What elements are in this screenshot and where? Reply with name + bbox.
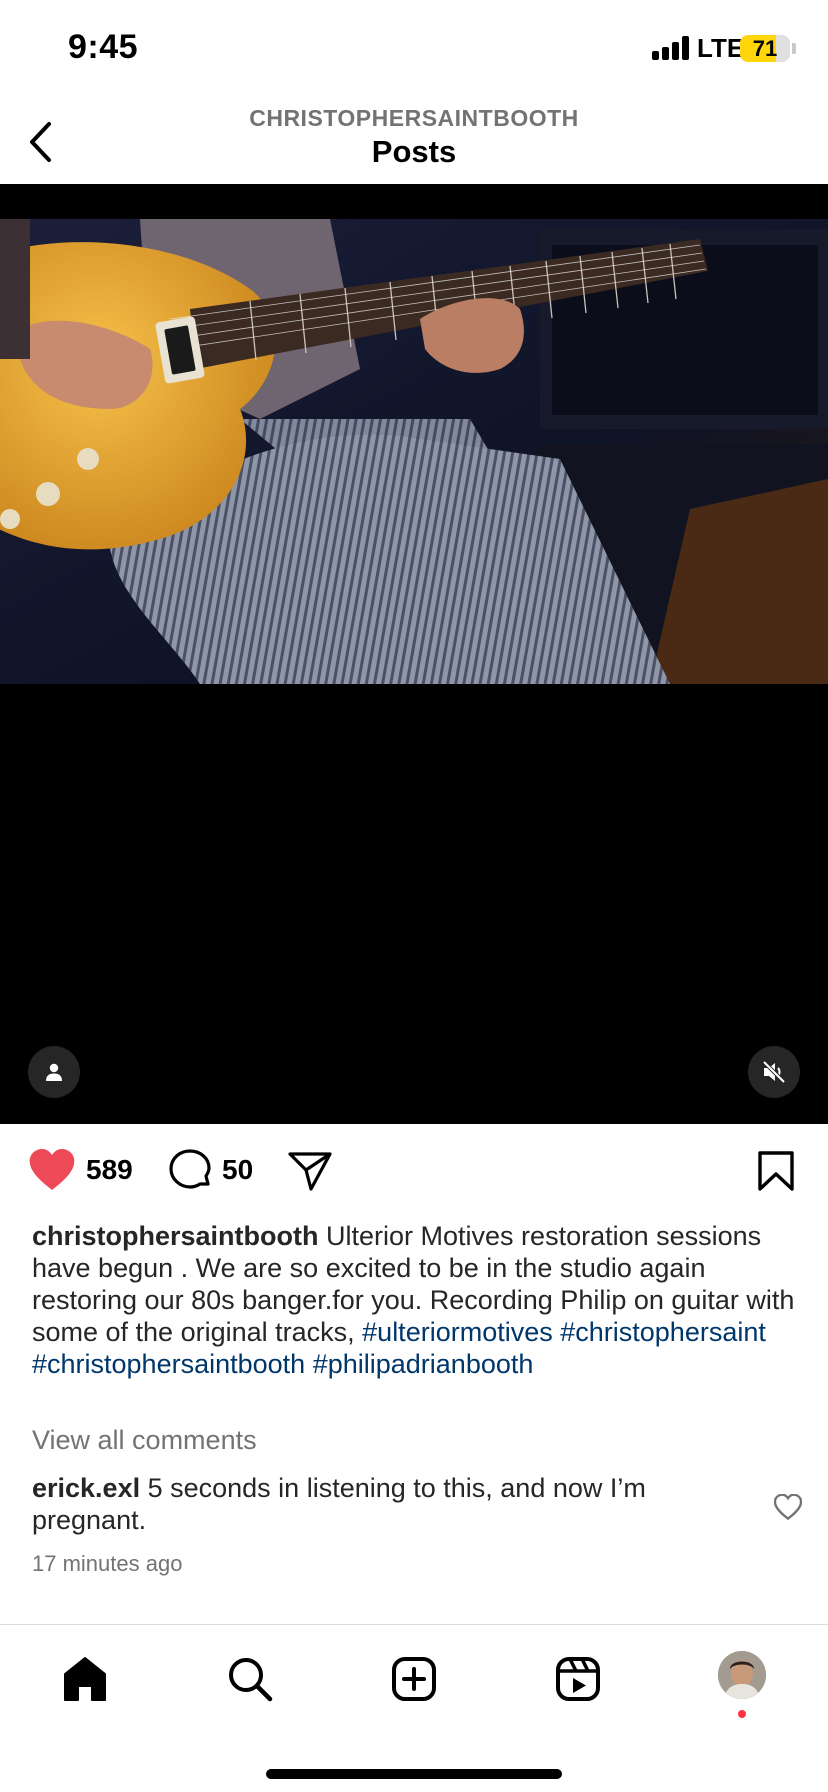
status-time: 9:45 [68, 28, 139, 66]
battery-cap [792, 43, 796, 54]
comment-username[interactable]: erick.exl [32, 1473, 140, 1503]
heart-filled-icon[interactable] [28, 1148, 76, 1192]
tag-people-button[interactable] [28, 1046, 80, 1098]
notification-dot [738, 1710, 746, 1718]
post-timestamp: 17 minutes ago [32, 1551, 183, 1576]
nav-header: CHRISTOPHERSAINTBOOTH Posts [0, 100, 828, 184]
post-actions: 589 50 [0, 1124, 828, 1220]
hashtag[interactable]: #ulteriormotives [362, 1317, 553, 1347]
post-caption: christophersaintbooth Ulterior Motives r… [32, 1220, 802, 1380]
comment-count[interactable]: 50 [222, 1154, 253, 1186]
reels-icon [556, 1657, 600, 1701]
like-group: 589 [28, 1148, 133, 1192]
tab-home[interactable] [55, 1649, 115, 1709]
tab-create[interactable] [384, 1649, 444, 1709]
profile-username[interactable]: CHRISTOPHERSAINTBOOTH [0, 105, 828, 132]
network-type: LTE [697, 33, 745, 63]
battery-icon: 71 [740, 35, 790, 62]
share-group [287, 1150, 333, 1192]
like-count[interactable]: 589 [86, 1154, 133, 1186]
view-all-comments-link[interactable]: View all comments [32, 1425, 257, 1456]
battery-level: 71 [752, 36, 778, 61]
bookmark-icon[interactable] [757, 1150, 795, 1192]
speaker-muted-icon [762, 1060, 786, 1084]
paper-plane-icon[interactable] [287, 1150, 333, 1192]
hashtag[interactable]: #christophersaint [560, 1317, 766, 1347]
home-indicator [266, 1769, 562, 1779]
comment-bubble-icon[interactable] [168, 1148, 212, 1192]
page-title: Posts [371, 134, 457, 169]
top-comment: erick.exl 5 seconds in listening to this… [32, 1472, 752, 1536]
avatar-image [718, 1651, 766, 1699]
status-bar: 9:45 LTE 71 [0, 0, 828, 100]
mute-button[interactable] [748, 1046, 800, 1098]
heart-outline-icon [773, 1493, 803, 1521]
hashtag[interactable]: #philipadrianbooth [313, 1349, 534, 1379]
tab-bar [0, 1624, 828, 1792]
caption-username[interactable]: christophersaintbooth [32, 1221, 319, 1251]
comment-group: 50 [168, 1148, 253, 1192]
comment-like-button[interactable] [773, 1493, 803, 1521]
post-video[interactable] [0, 184, 828, 1124]
hashtag[interactable]: #christophersaintbooth [32, 1349, 305, 1379]
video-frame [0, 219, 828, 684]
video-frame-image [0, 219, 828, 684]
person-icon [46, 1063, 62, 1081]
profile-avatar[interactable] [718, 1651, 766, 1699]
home-icon [64, 1657, 106, 1701]
tab-search[interactable] [220, 1649, 280, 1709]
tab-reels[interactable] [548, 1649, 608, 1709]
search-icon [229, 1658, 273, 1702]
save-group [757, 1150, 795, 1192]
signal-strength-icon [652, 36, 689, 60]
create-post-icon [392, 1657, 436, 1701]
